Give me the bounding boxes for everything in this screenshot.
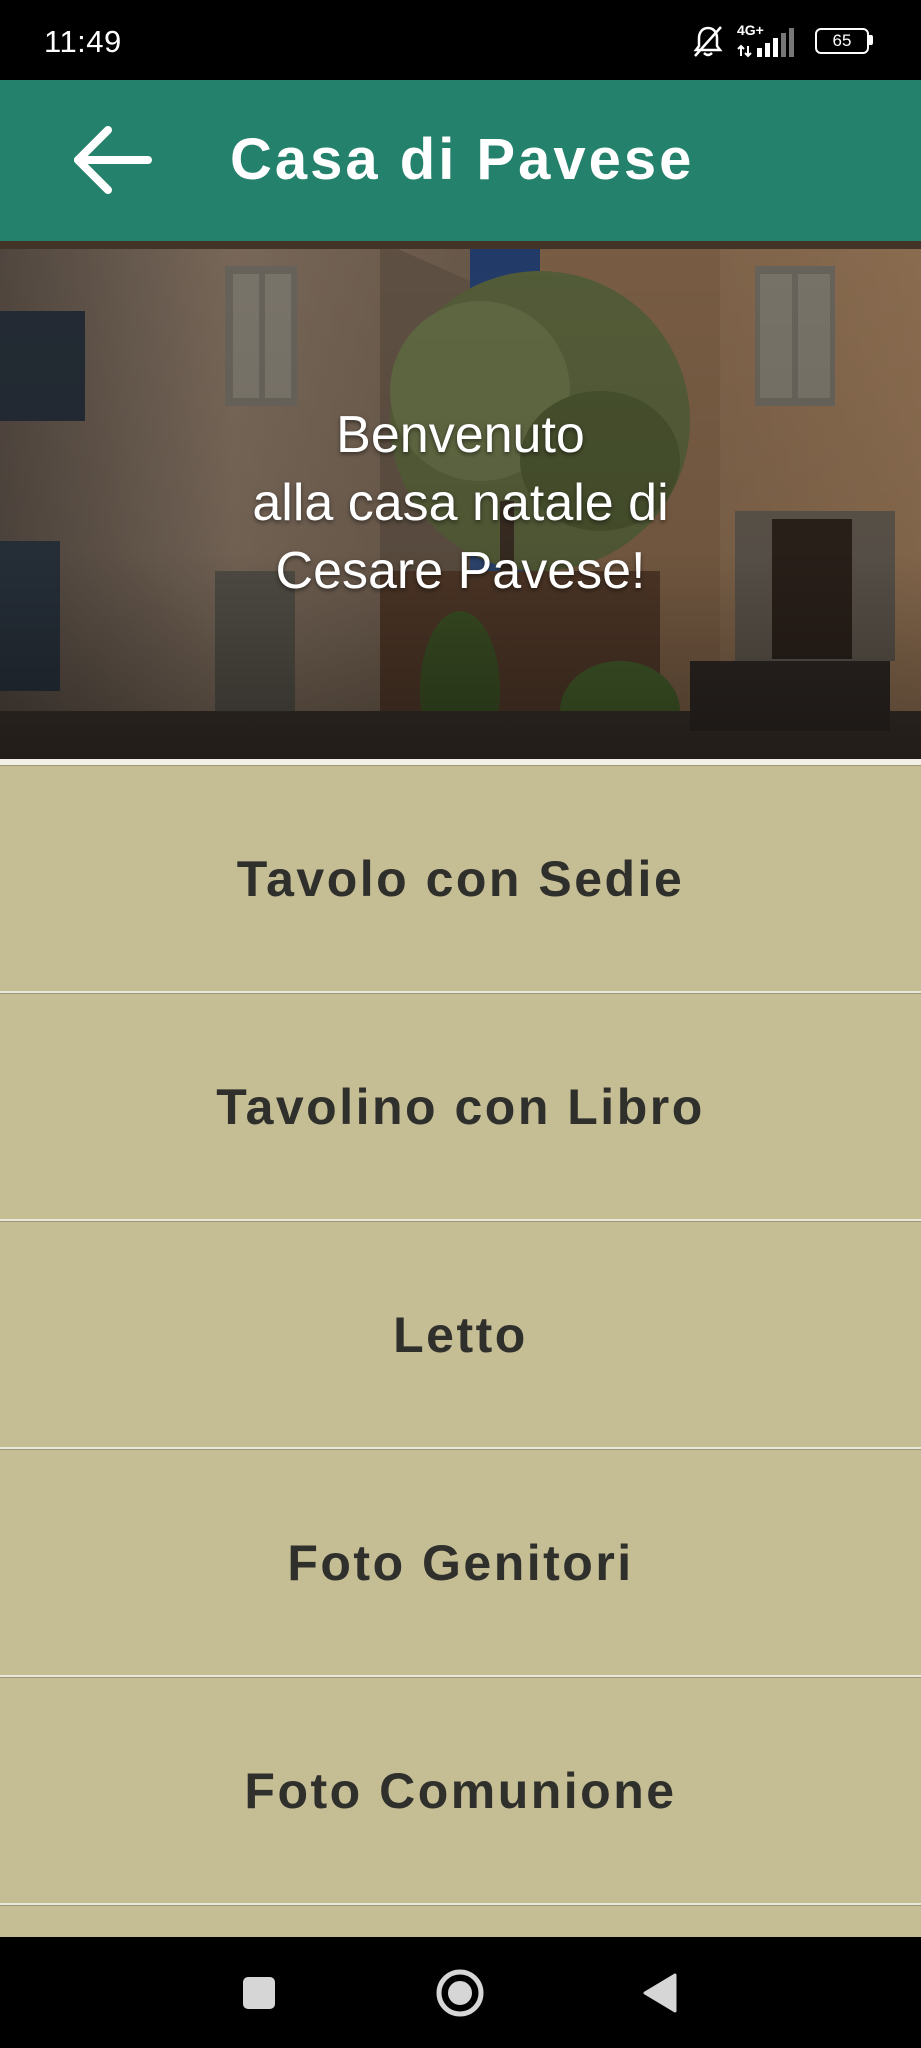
home-circle-icon <box>436 1969 484 2017</box>
back-button[interactable] <box>66 120 156 200</box>
menu-item-label: Tavolino con Libro <box>216 1078 705 1135</box>
status-bar: 11:49 4G+ 65 <box>0 0 921 80</box>
app-bar: Casa di Pavese <box>0 80 921 241</box>
recents-square-icon <box>243 1977 275 2009</box>
hero-banner: Benvenuto alla casa natale di Cesare Pav… <box>0 241 921 759</box>
menu-item-foto-comunione[interactable]: Foto Comunione <box>0 1677 921 1905</box>
signal-icon: 4G+ <box>737 22 797 58</box>
menu-item-partial[interactable] <box>0 1905 921 1937</box>
welcome-line-2: alla casa natale di <box>252 474 669 532</box>
menu-item-label: Letto <box>393 1306 528 1363</box>
welcome-line-1: Benvenuto <box>336 406 585 464</box>
menu-item-foto-genitori[interactable]: Foto Genitori <box>0 1449 921 1677</box>
welcome-line-3: Cesare Pavese! <box>275 542 646 600</box>
welcome-message: Benvenuto alla casa natale di Cesare Pav… <box>0 401 921 605</box>
menu-list[interactable]: Tavolo con Sedie Tavolino con Libro Lett… <box>0 765 921 1937</box>
arrow-left-icon <box>74 126 152 194</box>
menu-item-label: Foto Genitori <box>287 1534 634 1591</box>
menu-item-label: Tavolo con Sedie <box>236 850 685 907</box>
nav-back-button[interactable] <box>633 1965 689 2021</box>
status-icons: 4G+ 65 <box>691 22 873 58</box>
status-time: 11:49 <box>44 24 122 59</box>
system-nav-bar <box>0 1937 921 2048</box>
menu-item-tavolo-con-sedie[interactable]: Tavolo con Sedie <box>0 765 921 993</box>
recents-button[interactable] <box>231 1965 287 2021</box>
page-title: Casa di Pavese <box>230 127 695 192</box>
home-button[interactable] <box>432 1965 488 2021</box>
battery-level: 65 <box>832 31 852 50</box>
battery-icon: 65 <box>815 28 873 54</box>
menu-item-label: Foto Comunione <box>244 1762 677 1819</box>
bell-off-icon <box>693 26 723 57</box>
menu-item-letto[interactable]: Letto <box>0 1221 921 1449</box>
back-triangle-icon <box>643 1973 677 2013</box>
menu-item-tavolino-con-libro[interactable]: Tavolino con Libro <box>0 993 921 1221</box>
